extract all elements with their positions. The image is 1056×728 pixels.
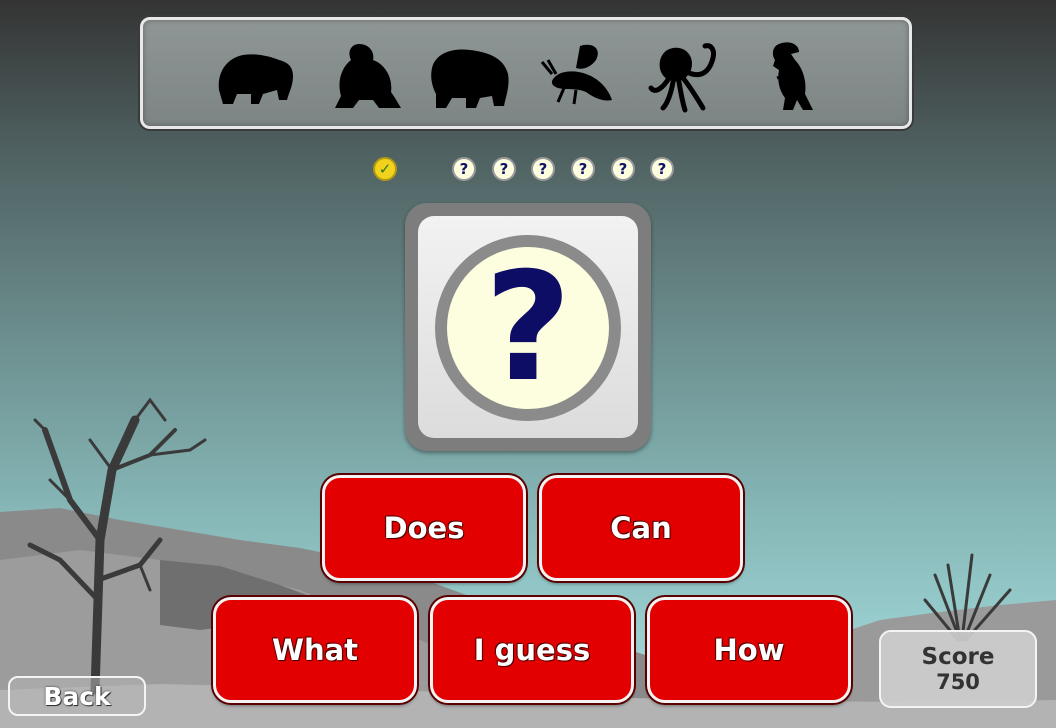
card-question-mark: ? bbox=[484, 241, 572, 415]
polar-bear-silhouette-icon[interactable] bbox=[426, 38, 512, 118]
game-scene: ✓ ? ? ? ? ? ? ? Does Can What I guess Ho… bbox=[0, 0, 1056, 728]
card-face: ? bbox=[418, 216, 638, 438]
score-label: Score bbox=[921, 643, 995, 670]
progress-question-icon: ? bbox=[611, 157, 635, 181]
gorilla-silhouette-icon[interactable] bbox=[323, 38, 409, 118]
what-button[interactable]: What bbox=[213, 597, 417, 703]
score-panel: Score 750 bbox=[879, 630, 1037, 708]
octopus-silhouette-icon[interactable] bbox=[643, 38, 729, 118]
score-value: 750 bbox=[936, 670, 980, 695]
can-button[interactable]: Can bbox=[539, 475, 743, 581]
mystery-animal-card: ? bbox=[405, 203, 651, 451]
dinosaur-silhouette-icon[interactable] bbox=[751, 38, 837, 118]
progress-question-icon: ? bbox=[650, 157, 674, 181]
progress-question-icon: ? bbox=[452, 157, 476, 181]
does-button[interactable]: Does bbox=[322, 475, 526, 581]
bee-silhouette-icon[interactable] bbox=[536, 38, 622, 118]
progress-question-icon: ? bbox=[571, 157, 595, 181]
progress-question-icon: ? bbox=[531, 157, 555, 181]
progress-check-icon: ✓ bbox=[373, 157, 397, 181]
animal-silhouette-tray bbox=[140, 17, 912, 129]
bear-silhouette-icon[interactable] bbox=[213, 38, 299, 118]
progress-question-icon: ? bbox=[492, 157, 516, 181]
back-button[interactable]: Back bbox=[8, 676, 146, 716]
i-guess-button[interactable]: I guess bbox=[430, 597, 634, 703]
question-mark-icon: ? bbox=[435, 235, 621, 421]
how-button[interactable]: How bbox=[647, 597, 851, 703]
